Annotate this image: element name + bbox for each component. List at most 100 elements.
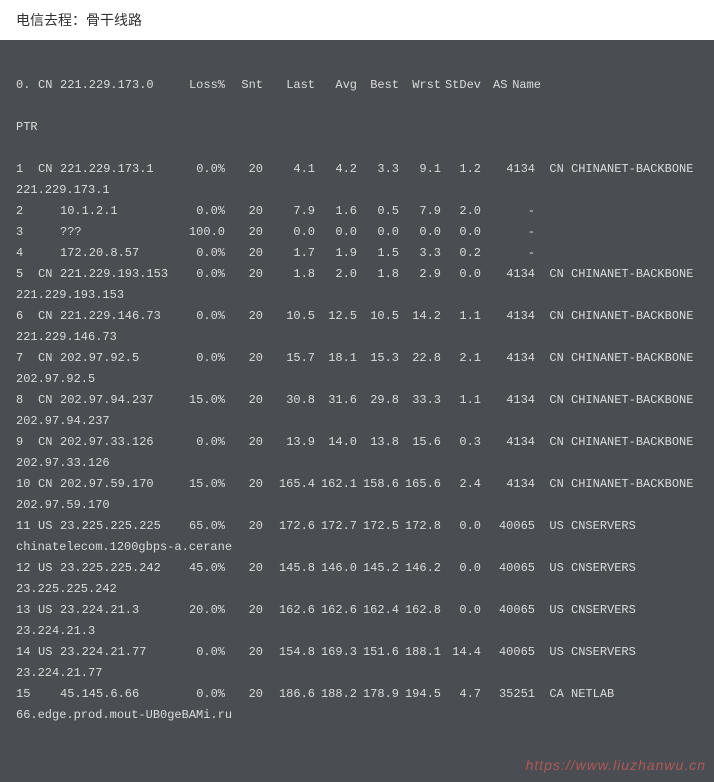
cell-host: 172.20.8.57 (60, 243, 178, 264)
cell-best: 13.8 (357, 432, 399, 453)
cell-avg: 188.2 (315, 684, 357, 705)
cell-host: 23.224.21.77 (60, 642, 178, 663)
cell-as: - (493, 222, 535, 243)
hdr-cc: CN (38, 75, 60, 96)
table-row: 9CN202.97.33.1260.0%2013.914.013.815.60.… (16, 432, 698, 453)
cell-snt: 20 (225, 201, 263, 222)
cell-cc: CN (38, 432, 60, 453)
cell-ptr: 23.224.21.77 (16, 663, 698, 684)
watermark: https://www.liuzhanwu.cn (526, 755, 706, 776)
table-row: 8CN202.97.94.23715.0%2030.831.629.833.31… (16, 390, 698, 411)
cell-loss: 0.0% (178, 306, 225, 327)
cell-avg: 31.6 (315, 390, 357, 411)
cell-wrst: 22.8 (399, 348, 441, 369)
cell-name: CN CHINANET-BACKBONE (549, 390, 693, 411)
cell-host: ??? (60, 222, 178, 243)
cell-wrst: 3.3 (399, 243, 441, 264)
terminal-output: 0.CN221.229.173.0Loss%SntLastAvgBestWrst… (0, 40, 714, 782)
cell-cc: CN (38, 159, 60, 180)
table-row: 1545.145.6.660.0%20186.6188.2178.9194.54… (16, 684, 698, 705)
cell-wrst: 146.2 (399, 558, 441, 579)
cell-hop: 5 (16, 264, 38, 285)
hdr-best: Best (357, 75, 399, 96)
cell-loss: 65.0% (178, 516, 225, 537)
cell-snt: 20 (225, 159, 263, 180)
cell-avg: 162.1 (315, 474, 357, 495)
cell-name: US CNSERVERS (549, 558, 635, 579)
cell-avg: 18.1 (315, 348, 357, 369)
cell-hop: 14 (16, 642, 38, 663)
cell-host: 23.225.225.225 (60, 516, 178, 537)
cell-host: 221.229.193.153 (60, 264, 178, 285)
cell-as: 4134 (493, 432, 535, 453)
cell-hop: 15 (16, 684, 38, 705)
cell-host: 202.97.59.170 (60, 474, 178, 495)
cell-best: 15.3 (357, 348, 399, 369)
cell-wrst: 15.6 (399, 432, 441, 453)
table-row: 7CN202.97.92.50.0%2015.718.115.322.82.14… (16, 348, 698, 369)
cell-stdev: 0.0 (441, 600, 481, 621)
cell-loss: 45.0% (178, 558, 225, 579)
cell-last: 10.5 (273, 306, 315, 327)
cell-name: CA NETLAB (549, 684, 614, 705)
cell-snt: 20 (225, 558, 263, 579)
cell-ptr: 66.edge.prod.mout-UB0geBAMi.ru (16, 705, 698, 726)
hdr-stdev: StDev (441, 75, 481, 96)
cell-stdev: 0.0 (441, 558, 481, 579)
cell-stdev: 0.0 (441, 264, 481, 285)
table-row: 5CN221.229.193.1530.0%201.82.01.82.90.04… (16, 264, 698, 285)
cell-last: 1.7 (273, 243, 315, 264)
cell-host: 10.1.2.1 (60, 201, 178, 222)
table-row: 12US23.225.225.24245.0%20145.8146.0145.2… (16, 558, 698, 579)
cell-loss: 20.0% (178, 600, 225, 621)
cell-last: 4.1 (273, 159, 315, 180)
cell-best: 0.0 (357, 222, 399, 243)
table-row: 11US23.225.225.22565.0%20172.6172.7172.5… (16, 516, 698, 537)
cell-snt: 20 (225, 600, 263, 621)
cell-host: 23.225.225.242 (60, 558, 178, 579)
cell-loss: 0.0% (178, 684, 225, 705)
cell-hop: 13 (16, 600, 38, 621)
cell-as: - (493, 201, 535, 222)
cell-snt: 20 (225, 264, 263, 285)
cell-avg: 4.2 (315, 159, 357, 180)
cell-host: 202.97.94.237 (60, 390, 178, 411)
cell-name: CN CHINANET-BACKBONE (549, 306, 693, 327)
cell-host: 23.224.21.3 (60, 600, 178, 621)
cell-best: 178.9 (357, 684, 399, 705)
cell-last: 0.0 (273, 222, 315, 243)
cell-loss: 0.0% (178, 642, 225, 663)
cell-name: CN CHINANET-BACKBONE (549, 264, 693, 285)
hdr-host: 221.229.173.0 (60, 75, 178, 96)
cell-best: 145.2 (357, 558, 399, 579)
hdr-loss: Loss% (178, 75, 225, 96)
cell-hop: 3 (16, 222, 38, 243)
cell-ptr: 221.229.193.153 (16, 285, 698, 306)
cell-cc: US (38, 600, 60, 621)
cell-stdev: 2.0 (441, 201, 481, 222)
cell-name: US CNSERVERS (549, 516, 635, 537)
cell-avg: 169.3 (315, 642, 357, 663)
hdr-snt: Snt (225, 75, 263, 96)
cell-as: 40065 (493, 600, 535, 621)
table-row: 10CN202.97.59.17015.0%20165.4162.1158.61… (16, 474, 698, 495)
cell-ptr: 23.224.21.3 (16, 621, 698, 642)
cell-ptr: 202.97.94.237 (16, 411, 698, 432)
cell-best: 1.8 (357, 264, 399, 285)
cell-last: 186.6 (273, 684, 315, 705)
cell-loss: 0.0% (178, 243, 225, 264)
cell-name: CN CHINANET-BACKBONE (549, 474, 693, 495)
cell-best: 172.5 (357, 516, 399, 537)
cell-snt: 20 (225, 516, 263, 537)
cell-host: 221.229.173.1 (60, 159, 178, 180)
cell-avg: 146.0 (315, 558, 357, 579)
cell-last: 172.6 (273, 516, 315, 537)
cell-cc: CN (38, 474, 60, 495)
cell-last: 13.9 (273, 432, 315, 453)
cell-host: 202.97.92.5 (60, 348, 178, 369)
cell-host: 221.229.146.73 (60, 306, 178, 327)
hdr-avg: Avg (315, 75, 357, 96)
cell-loss: 15.0% (178, 390, 225, 411)
cell-snt: 20 (225, 432, 263, 453)
cell-avg: 14.0 (315, 432, 357, 453)
